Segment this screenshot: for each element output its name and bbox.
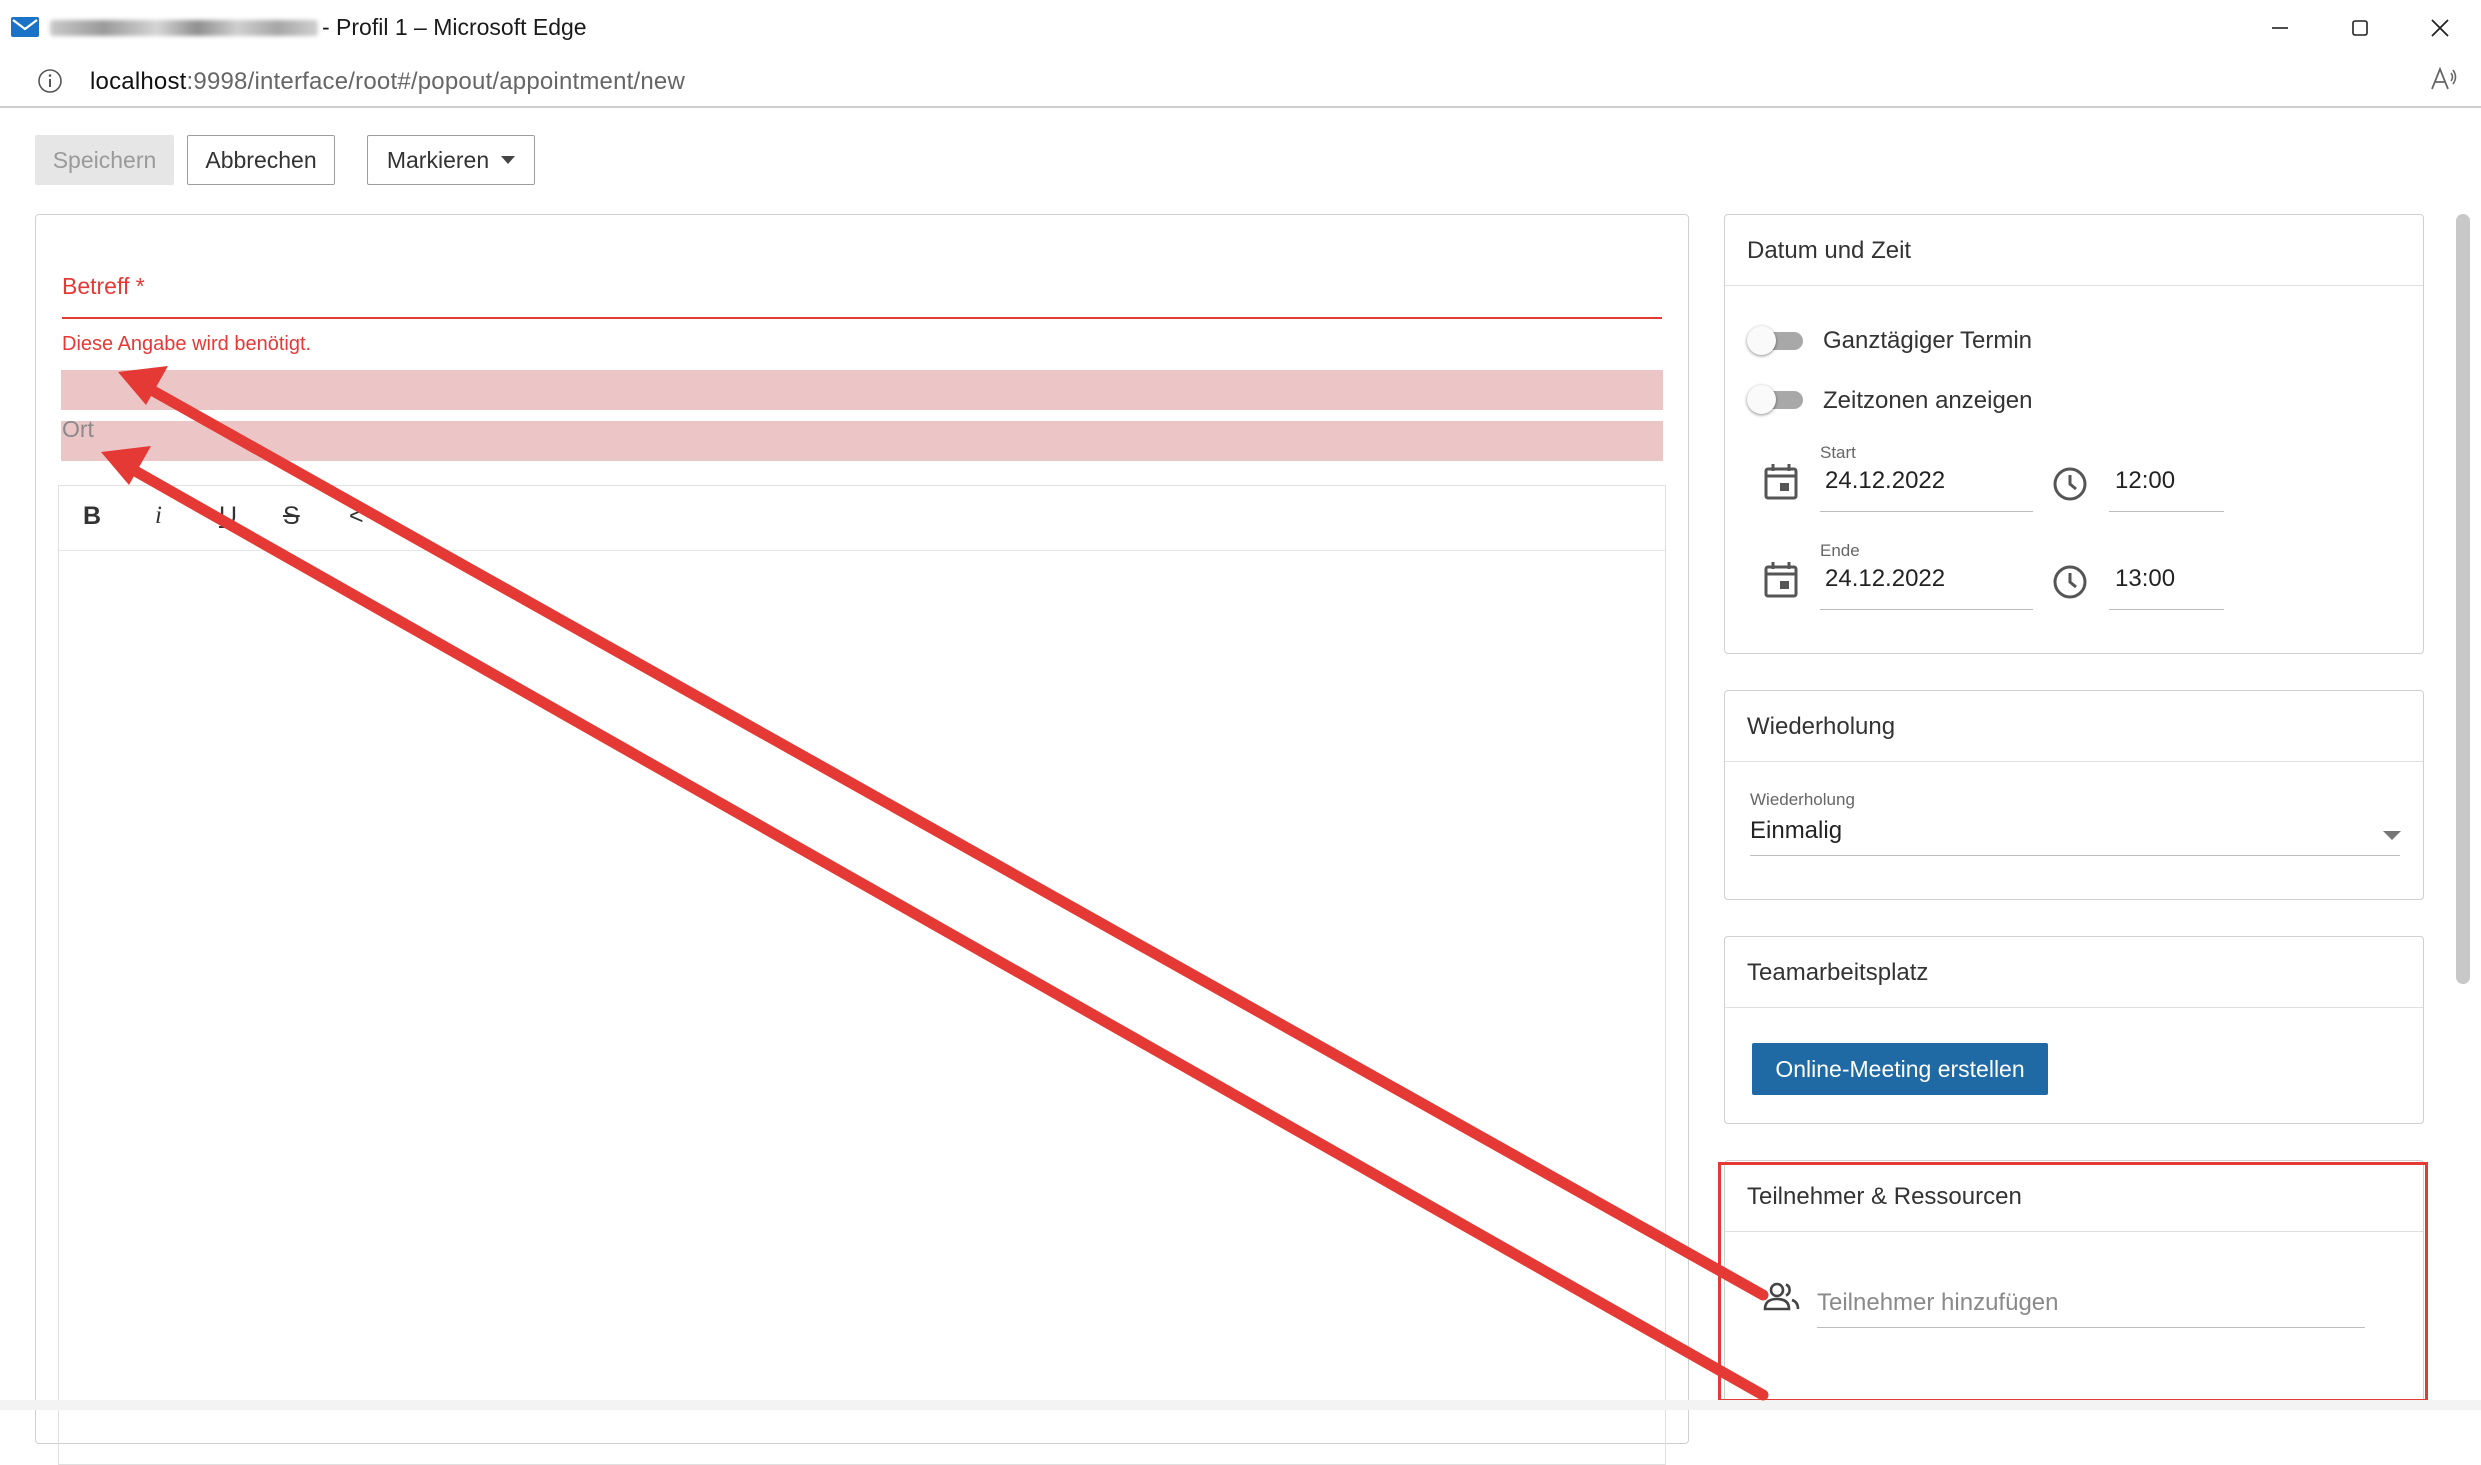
bold-button[interactable]: B bbox=[83, 502, 101, 531]
italic-button[interactable]: i bbox=[155, 502, 162, 530]
calendar-icon[interactable] bbox=[1763, 463, 1799, 501]
caret-down-icon bbox=[501, 156, 516, 164]
allday-toggle-knob bbox=[1747, 326, 1776, 355]
end-time-input[interactable]: 13:00 bbox=[2115, 565, 2175, 593]
calendar-icon[interactable] bbox=[1763, 561, 1799, 599]
window-titlebar: - Profil 1 – Microsoft Edge bbox=[0, 0, 2481, 57]
read-aloud-icon[interactable] bbox=[2429, 64, 2459, 94]
location-input-highlight[interactable] bbox=[61, 421, 1663, 461]
more-tools-button[interactable]: < bbox=[349, 502, 364, 531]
blurred-account-name bbox=[50, 20, 318, 36]
recurrence-card: Wiederholung Wiederholung Einmalig bbox=[1724, 690, 2424, 900]
start-label: Start bbox=[1820, 443, 1856, 462]
maximize-button[interactable] bbox=[2325, 8, 2395, 48]
recurrence-title: Wiederholung bbox=[1747, 713, 1896, 740]
dropdown-arrow-icon[interactable] bbox=[2383, 831, 2401, 840]
minimize-icon bbox=[2272, 27, 2288, 29]
timezones-toggle-knob bbox=[1747, 385, 1776, 414]
url-host: localhost bbox=[90, 68, 187, 95]
allday-toggle[interactable] bbox=[1747, 325, 1805, 355]
clock-icon[interactable] bbox=[2051, 563, 2089, 601]
create-online-meeting-button[interactable]: Online-Meeting erstellen bbox=[1752, 1043, 2048, 1095]
appointment-main-card: Betreff * Diese Angabe wird benötigt. Or… bbox=[35, 214, 1689, 1465]
datetime-title: Datum und Zeit bbox=[1747, 237, 1912, 264]
location-placeholder: Ort bbox=[62, 416, 94, 442]
info-icon[interactable] bbox=[35, 66, 65, 96]
datetime-card: Datum und Zeit Ganztägiger Termin Zeitzo… bbox=[1724, 214, 2424, 654]
end-label: Ende bbox=[1820, 541, 1860, 560]
subject-error-message: Diese Angabe wird benötigt. bbox=[62, 333, 312, 355]
cancel-button[interactable]: Abbrechen bbox=[187, 135, 335, 185]
allday-label: Ganztägiger Termin bbox=[1823, 327, 2032, 354]
attendees-title: Teilnehmer & Ressourcen bbox=[1747, 1183, 2022, 1210]
end-time-underline bbox=[2109, 609, 2224, 610]
start-time-input[interactable]: 12:00 bbox=[2115, 467, 2175, 495]
body-editor[interactable]: B i U S < bbox=[58, 485, 1666, 1465]
close-icon bbox=[2431, 19, 2449, 37]
recurrence-card-header: Wiederholung bbox=[1725, 691, 2423, 762]
people-icon bbox=[1763, 1282, 1800, 1311]
minimize-button[interactable] bbox=[2245, 8, 2315, 48]
mark-button-label: Markieren bbox=[386, 146, 490, 173]
subject-input-underline bbox=[62, 317, 1662, 319]
subject-input-highlight[interactable] bbox=[61, 370, 1663, 410]
save-button[interactable]: Speichern bbox=[35, 135, 174, 185]
close-window-button[interactable] bbox=[2405, 8, 2475, 48]
mail-app-icon bbox=[11, 17, 39, 37]
teamwork-title: Teamarbeitsplatz bbox=[1747, 959, 1929, 986]
recurrence-field-label: Wiederholung bbox=[1750, 790, 1855, 809]
teamwork-card: Teamarbeitsplatz Online-Meeting erstelle… bbox=[1724, 936, 2424, 1124]
bottom-edge bbox=[0, 1400, 2481, 1410]
attendees-card-header: Teilnehmer & Ressourcen bbox=[1725, 1161, 2423, 1232]
end-date-input[interactable]: 24.12.2022 bbox=[1825, 565, 1945, 593]
attendees-card: Teilnehmer & Ressourcen Teilnehmer hinzu… bbox=[1724, 1160, 2424, 1410]
subject-label: Betreff * bbox=[62, 273, 145, 299]
add-attendee-underline bbox=[1817, 1327, 2365, 1328]
strikethrough-button[interactable]: S bbox=[283, 502, 300, 531]
url-path: :9998/interface/root#/popout/appointment… bbox=[186, 68, 686, 95]
start-date-input[interactable]: 24.12.2022 bbox=[1825, 467, 1945, 495]
recurrence-select-underline bbox=[1750, 855, 2400, 856]
recurrence-select-value[interactable]: Einmalig bbox=[1750, 817, 1842, 845]
add-attendee-input[interactable]: Teilnehmer hinzufügen bbox=[1817, 1289, 2059, 1317]
editor-toolbar: B i U S < bbox=[59, 486, 1665, 551]
timezones-toggle[interactable] bbox=[1747, 384, 1805, 414]
mark-dropdown-button[interactable]: Markieren bbox=[367, 135, 535, 185]
address-bar[interactable]: localhost:9998/interface/root#/popout/ap… bbox=[0, 56, 2481, 108]
page-scrollbar[interactable] bbox=[2456, 214, 2470, 984]
end-date-underline bbox=[1820, 609, 2033, 610]
clock-icon[interactable] bbox=[2051, 465, 2089, 503]
underline-button[interactable]: U bbox=[219, 502, 237, 531]
timezones-label: Zeitzonen anzeigen bbox=[1823, 387, 2033, 414]
teamwork-card-header: Teamarbeitsplatz bbox=[1725, 937, 2423, 1008]
url-text[interactable]: localhost:9998/interface/root#/popout/ap… bbox=[90, 68, 685, 96]
datetime-card-header: Datum und Zeit bbox=[1725, 215, 2423, 286]
maximize-icon bbox=[2352, 20, 2368, 36]
start-date-underline bbox=[1820, 511, 2033, 512]
start-time-underline bbox=[2109, 511, 2224, 512]
window-title: - Profil 1 – Microsoft Edge bbox=[322, 14, 587, 40]
